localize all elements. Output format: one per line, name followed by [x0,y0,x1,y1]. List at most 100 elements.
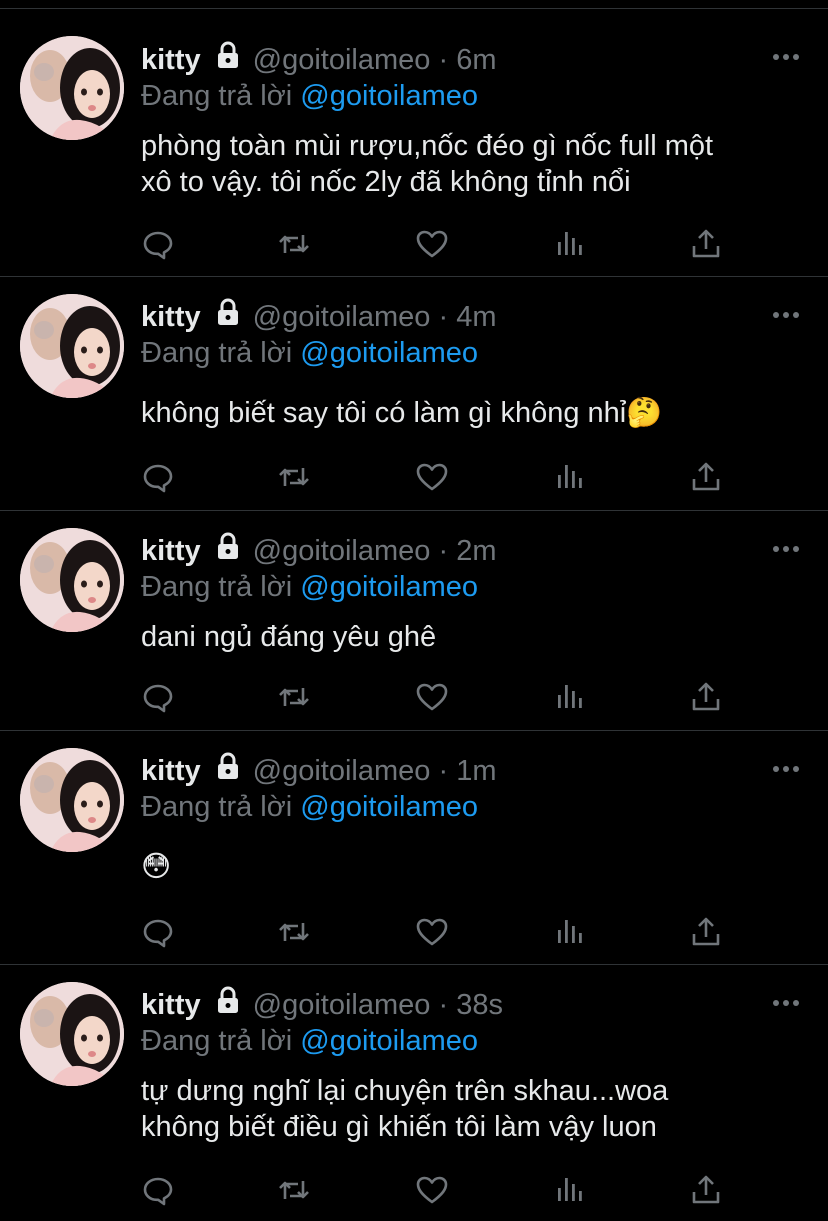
display-name[interactable]: kitty [141,301,201,333]
action-bar [140,226,740,262]
timestamp[interactable]: 2m [456,535,496,567]
like-icon[interactable] [414,679,450,715]
display-name[interactable]: kitty [141,755,201,787]
retweet-icon[interactable] [276,1172,312,1208]
tweet-text: 😳 [141,849,811,885]
reply-prefix: Đang trả lời [141,571,293,603]
views-icon[interactable] [552,459,588,495]
separator-dot: · [438,989,449,1022]
user-handle[interactable]: @goitoilameo [253,535,431,567]
share-icon[interactable] [688,226,724,262]
avatar[interactable] [20,982,124,1086]
more-icon[interactable] [770,541,802,557]
display-name[interactable]: kitty [141,44,201,76]
like-icon[interactable] [414,914,450,950]
tweet-header: kitty @goitoilameo · 38s [141,985,503,1028]
lock-icon [213,40,243,79]
timestamp[interactable]: 38s [456,989,503,1021]
views-icon[interactable] [552,914,588,950]
avatar[interactable] [20,748,124,852]
tweet-text: tự dưng nghĩ lại chuyện trên skhau...woa… [141,1073,811,1145]
more-icon[interactable] [770,761,802,777]
reply-context: Đang trả lời @goitoilameo [141,78,478,114]
tweet-text-line: không biết say tôi có làm gì không nhỉ🤔 [141,397,663,429]
tweet-text: không biết say tôi có làm gì không nhỉ🤔 [141,395,811,431]
divider [0,276,828,277]
action-bar [140,914,740,950]
more-icon[interactable] [770,49,802,65]
like-icon[interactable] [414,459,450,495]
separator-dot: · [438,755,449,788]
display-name[interactable]: kitty [141,535,201,567]
reply-mention[interactable]: @goitoilameo [300,791,478,823]
reply-icon[interactable] [140,1172,176,1208]
avatar[interactable] [20,528,124,632]
separator-dot: · [438,44,449,77]
action-bar [140,679,740,715]
user-handle[interactable]: @goitoilameo [253,44,431,76]
retweet-icon[interactable] [276,914,312,950]
reply-icon[interactable] [140,914,176,950]
reply-mention[interactable]: @goitoilameo [300,571,478,603]
divider [0,8,828,9]
lock-icon [213,751,243,790]
lock-icon [213,297,243,336]
tweet-header: kitty @goitoilameo · 2m [141,531,497,574]
tweet-text-line: tự dưng nghĩ lại chuyện trên skhau...woa [141,1075,669,1107]
share-icon[interactable] [688,679,724,715]
user-handle[interactable]: @goitoilameo [253,301,431,333]
action-bar [140,459,740,495]
timestamp[interactable]: 1m [456,755,496,787]
reply-icon[interactable] [140,459,176,495]
retweet-icon[interactable] [276,459,312,495]
reply-prefix: Đang trả lời [141,1025,293,1057]
retweet-icon[interactable] [276,679,312,715]
tweet-text-line: không biết điều gì khiến tôi làm vậy luo… [141,1111,657,1143]
action-bar [140,1172,740,1208]
divider [0,510,828,511]
separator-dot: · [438,301,449,334]
share-icon[interactable] [688,1172,724,1208]
views-icon[interactable] [552,1172,588,1208]
share-icon[interactable] [688,459,724,495]
tweet-text: phòng toàn mùi rượu,nốc đéo gì nốc full … [141,128,811,200]
divider [0,730,828,731]
avatar[interactable] [20,36,124,140]
like-icon[interactable] [414,226,450,262]
reply-mention[interactable]: @goitoilameo [300,1025,478,1057]
lock-icon [213,531,243,570]
separator-dot: · [438,535,449,568]
share-icon[interactable] [688,914,724,950]
views-icon[interactable] [552,226,588,262]
reply-icon[interactable] [140,679,176,715]
reply-context: Đang trả lời @goitoilameo [141,789,478,825]
user-handle[interactable]: @goitoilameo [253,989,431,1021]
display-name[interactable]: kitty [141,989,201,1021]
tweet-header: kitty @goitoilameo · 6m [141,40,497,83]
timestamp[interactable]: 4m [456,301,496,333]
more-icon[interactable] [770,307,802,323]
tweet-text-line: dani ngủ đáng yêu ghê [141,621,437,653]
user-handle[interactable]: @goitoilameo [253,755,431,787]
tweet-header: kitty @goitoilameo · 1m [141,751,497,794]
tweet-text-line: phòng toàn mùi rượu,nốc đéo gì nốc full … [141,130,714,162]
tweet-text: dani ngủ đáng yêu ghê [141,619,811,655]
reply-icon[interactable] [140,226,176,262]
like-icon[interactable] [414,1172,450,1208]
views-icon[interactable] [552,679,588,715]
reply-prefix: Đang trả lời [141,80,293,112]
timestamp[interactable]: 6m [456,44,496,76]
reply-mention[interactable]: @goitoilameo [300,337,478,369]
avatar[interactable] [20,294,124,398]
reply-context: Đang trả lời @goitoilameo [141,1023,478,1059]
divider [0,964,828,965]
reply-mention[interactable]: @goitoilameo [300,80,478,112]
reply-prefix: Đang trả lời [141,791,293,823]
reply-context: Đang trả lời @goitoilameo [141,335,478,371]
tweet-text-line: xô to vậy. tôi nốc 2ly đã không tỉnh nổi [141,166,631,198]
reply-prefix: Đang trả lời [141,337,293,369]
retweet-icon[interactable] [276,226,312,262]
reply-context: Đang trả lời @goitoilameo [141,569,478,605]
more-icon[interactable] [770,995,802,1011]
tweet-header: kitty @goitoilameo · 4m [141,297,497,340]
